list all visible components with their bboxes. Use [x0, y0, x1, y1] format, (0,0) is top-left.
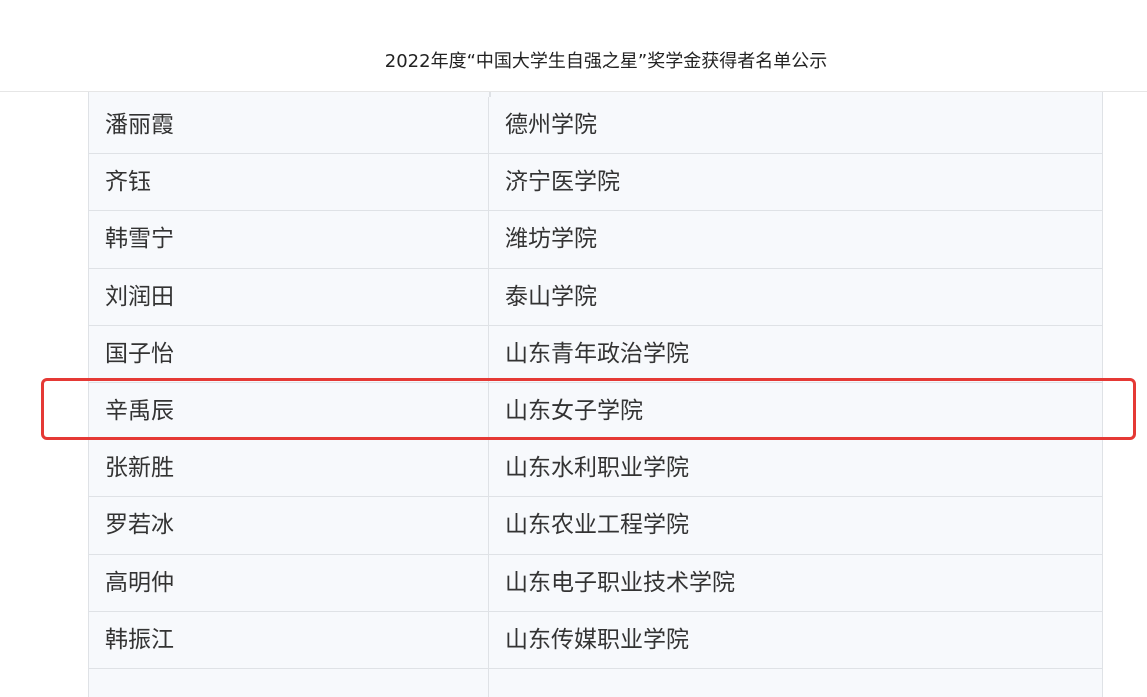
school-cell: 山东电子职业技术学院: [489, 554, 1103, 611]
table-row-highlighted: 辛禹辰 山东女子学院: [88, 382, 1103, 441]
name-cell: 张新胜: [88, 440, 489, 497]
table-row: 潘丽霞 德州学院: [88, 97, 1103, 155]
name-cell: 潘丽霞: [88, 97, 489, 154]
table-row: 刘润田 泰山学院: [88, 268, 1103, 326]
table-row-partial: [88, 668, 1103, 697]
name-cell: 韩振江: [88, 611, 489, 668]
table-row: 张新胜 山东水利职业学院: [88, 440, 1103, 498]
award-list-table: 潘丽霞 德州学院 齐钰 济宁医学院 韩雪宁 潍坊学院 刘润田 泰山学院 国子怡 …: [88, 97, 1103, 697]
table-row: 国子怡 山东青年政治学院: [88, 325, 1103, 383]
name-cell: 高明仲: [88, 554, 489, 611]
school-cell: 山东青年政治学院: [489, 325, 1103, 382]
name-cell: 齐钰: [88, 154, 489, 211]
school-cell: 山东水利职业学院: [489, 440, 1103, 497]
school-cell: [489, 668, 1103, 697]
table-row: 韩振江 山东传媒职业学院: [88, 611, 1103, 669]
name-cell: 刘润田: [88, 268, 489, 325]
name-cell: 罗若冰: [88, 497, 489, 554]
name-cell: [88, 668, 489, 697]
page-title: 2022年度“中国大学生自强之星”奖学金获得者名单公示: [384, 51, 828, 72]
school-cell: 潍坊学院: [489, 211, 1103, 268]
school-cell: 济宁医学院: [489, 154, 1103, 211]
school-cell: 泰山学院: [489, 268, 1103, 325]
school-cell: 德州学院: [489, 97, 1103, 154]
page-header: 2022年度“中国大学生自强之星”奖学金获得者名单公示: [0, 0, 1147, 92]
table-row: 齐钰 济宁医学院: [88, 154, 1103, 212]
table-row: 韩雪宁 潍坊学院: [88, 211, 1103, 269]
name-cell: 辛禹辰: [88, 382, 489, 440]
table-row: 高明仲 山东电子职业技术学院: [88, 554, 1103, 612]
school-cell: 山东女子学院: [489, 382, 1103, 440]
school-cell: 山东传媒职业学院: [489, 611, 1103, 668]
name-cell: 国子怡: [88, 325, 489, 382]
name-cell: 韩雪宁: [88, 211, 489, 268]
table-row: 罗若冰 山东农业工程学院: [88, 497, 1103, 555]
school-cell: 山东农业工程学院: [489, 497, 1103, 554]
